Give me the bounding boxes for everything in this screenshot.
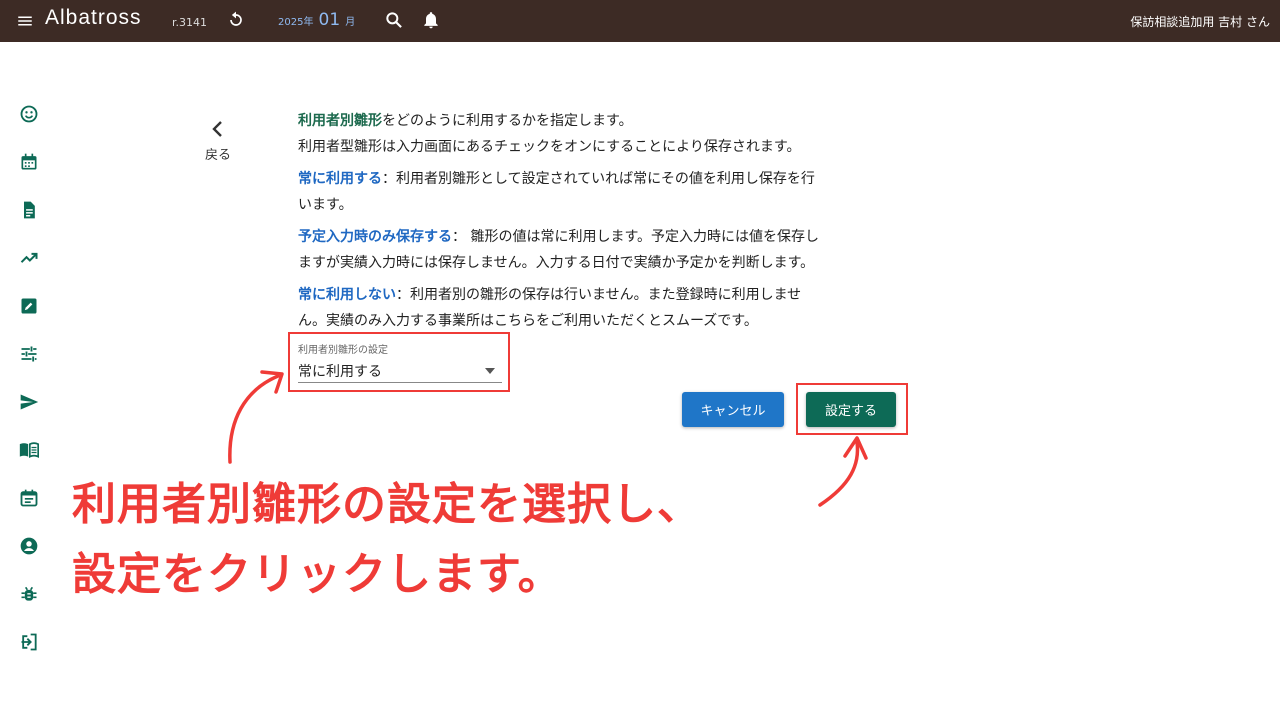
revision-label: r.3141: [172, 16, 208, 29]
account-icon[interactable]: [19, 536, 39, 556]
select-underline: [298, 382, 502, 383]
template-setting-label: 利用者別雛形の設定: [298, 345, 388, 356]
desc-line-2: 利用者型雛形は入力画面にあるチェックをオンにすることにより保存されます。: [298, 139, 801, 155]
menu-icon[interactable]: [16, 12, 34, 30]
option-save-on-plan: 予定入力時のみ保存する： 雛形の値は常に利用します。予定入力時には値を保存し ます…: [298, 229, 820, 271]
document-icon[interactable]: [19, 200, 39, 220]
date-month-unit: 月: [345, 17, 356, 28]
face-icon[interactable]: [19, 104, 39, 124]
option-always-use: 常に利用する：利用者別雛形として設定されていれば常にその値を利用し保存を行 います…: [298, 171, 815, 213]
top-bar: Albatross r.3141 2025年 01 月 保訪相談追加用 吉村 さ…: [0, 0, 1280, 42]
edit-icon[interactable]: [19, 296, 39, 316]
template-setting-select[interactable]: 常に利用する: [298, 361, 382, 381]
back-button[interactable]: 戻る: [198, 118, 238, 173]
submit-button[interactable]: 設定する: [806, 392, 896, 427]
arrow-to-submit: [818, 440, 860, 507]
desc-term: 利用者別雛形: [298, 113, 382, 129]
bell-icon[interactable]: [421, 9, 441, 31]
login-icon[interactable]: [19, 632, 39, 652]
app-logo[interactable]: Albatross: [45, 6, 142, 30]
arrow-to-select: [228, 374, 280, 464]
cancel-button[interactable]: キャンセル: [682, 392, 784, 427]
chevron-left-icon: [212, 121, 222, 137]
date-year: 2025年: [278, 17, 314, 28]
back-label: 戻る: [204, 148, 231, 163]
search-icon[interactable]: [384, 10, 404, 30]
desc-line-1: 利用者別雛形をどのように利用するかを指定します。: [298, 113, 633, 129]
trending-up-icon[interactable]: [19, 248, 39, 268]
description: 利用者別雛形をどのように利用するかを指定します。 利用者型雛形は入力画面にあるチ…: [298, 108, 918, 334]
tune-icon[interactable]: [19, 344, 39, 364]
date-month: 01: [318, 10, 341, 30]
annotation-line-2: 設定をクリックします。: [72, 549, 563, 600]
reload-icon[interactable]: [226, 10, 246, 30]
month-selector[interactable]: 2025年 01 月: [278, 10, 355, 30]
bug-icon[interactable]: [19, 584, 39, 604]
calendar-icon[interactable]: [19, 152, 39, 172]
dropdown-arrow-icon[interactable]: [485, 368, 495, 374]
annotation-line-1: 利用者別雛形の設定を選択し、: [72, 479, 702, 530]
arrowhead-submit: [843, 436, 868, 460]
book-icon[interactable]: [19, 440, 39, 460]
event-icon[interactable]: [19, 488, 39, 508]
user-name[interactable]: 保訪相談追加用 吉村 さん: [1130, 13, 1270, 30]
option-never-use: 常に利用しない：利用者別の雛形の保存は行いません。また登録時に利用しませ ん。実績…: [298, 287, 802, 329]
arrowhead-select: [260, 370, 284, 394]
send-icon[interactable]: [19, 392, 39, 412]
